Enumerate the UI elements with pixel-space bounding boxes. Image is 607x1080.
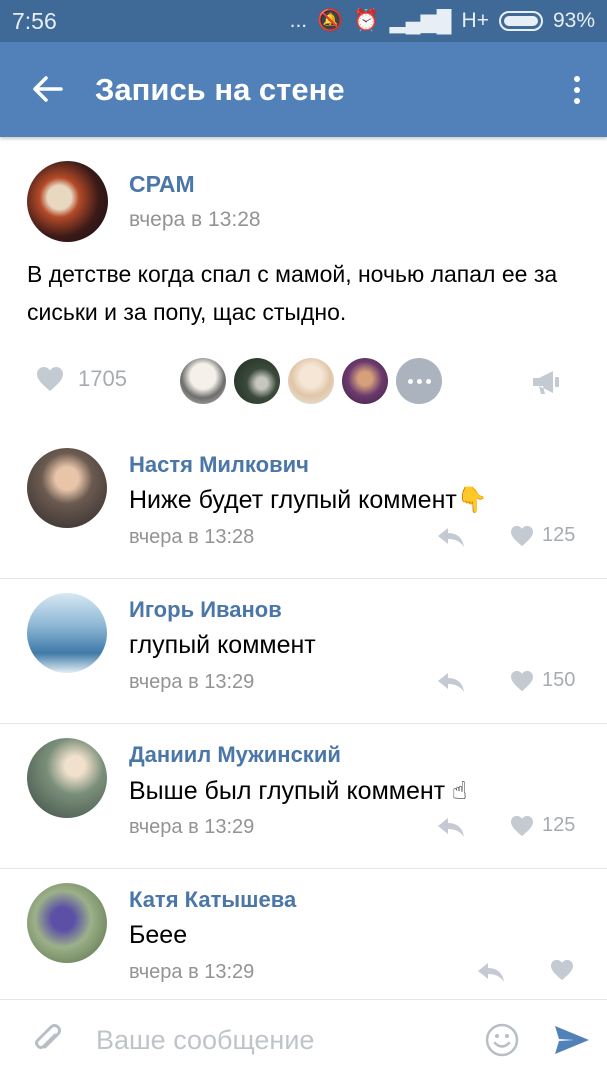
comment-text: Беее	[129, 921, 188, 949]
post-date: вчера в 13:28	[129, 208, 261, 231]
comment-text: Ниже будет глупый коммент👇	[129, 486, 488, 514]
alarm-icon: ⏰	[353, 9, 380, 32]
message-input[interactable]: Ваше сообщение	[96, 1025, 467, 1056]
paperclip-icon[interactable]	[0, 1023, 96, 1057]
liker-avatar[interactable]	[342, 358, 388, 404]
reply-icon[interactable]	[436, 816, 466, 838]
comment-author[interactable]: Даниил Мужинский	[129, 742, 341, 768]
comment-like-button[interactable]: 150	[510, 669, 575, 692]
comment-like-button[interactable]	[550, 959, 582, 981]
liker-avatar[interactable]	[288, 358, 334, 404]
back-arrow-icon[interactable]	[0, 71, 95, 109]
battery-percent: 93%	[552, 9, 595, 32]
more-likers-button[interactable]	[396, 358, 442, 404]
heart-icon	[511, 670, 533, 691]
heart-icon	[37, 367, 63, 391]
reply-icon[interactable]	[436, 526, 466, 548]
comment-date: вчера в 13:29	[129, 816, 255, 838]
avatar[interactable]	[27, 593, 107, 673]
reply-icon[interactable]	[476, 961, 506, 983]
comment[interactable]: Даниил Мужинский Выше был глупый коммент …	[0, 724, 607, 869]
avatar[interactable]	[27, 448, 107, 528]
reply-icon[interactable]	[436, 671, 466, 693]
liker-avatar[interactable]	[234, 358, 280, 404]
liker-avatar[interactable]	[180, 358, 226, 404]
mute-icon: 🔕	[317, 9, 344, 32]
send-icon[interactable]	[537, 1025, 607, 1055]
more-vertical-icon[interactable]	[547, 75, 607, 104]
comment-like-count: 150	[542, 669, 576, 691]
smile-icon[interactable]	[467, 1023, 537, 1057]
signal-icon: ▂▄▆█	[389, 9, 452, 33]
post-meta: СРАМ вчера в 13:28	[129, 171, 261, 232]
comment-like-button[interactable]: 125	[510, 524, 575, 547]
post-author[interactable]: СРАМ	[129, 171, 261, 198]
post-actions: 1705	[0, 354, 607, 406]
comment[interactable]: Настя Милкович Ниже будет глупый коммент👇…	[0, 434, 607, 579]
comment-like-count: 125	[542, 814, 576, 836]
comment-text: глупый коммент	[129, 631, 316, 659]
post-header: СРАМ вчера в 13:28	[27, 161, 261, 242]
comment-author[interactable]: Катя Катышева	[129, 887, 296, 913]
network-type: H+	[461, 9, 489, 32]
avatar[interactable]	[27, 161, 108, 242]
page-title: Запись на стене	[95, 71, 345, 107]
heart-icon	[551, 959, 573, 981]
comment-date: вчера в 13:29	[129, 961, 255, 983]
avatar[interactable]	[27, 883, 107, 963]
comment[interactable]: Катя Катышева Беее вчера в 13:29	[0, 869, 607, 1014]
comment-like-count: 125	[542, 524, 576, 546]
avatar[interactable]	[27, 738, 107, 818]
comment-author[interactable]: Настя Милкович	[129, 452, 309, 478]
comment-text: Выше был глупый коммент ☝	[129, 777, 468, 805]
app-bar: Запись на стене	[0, 42, 607, 137]
comment-date: вчера в 13:28	[129, 526, 255, 548]
megaphone-icon[interactable]	[531, 369, 561, 395]
battery-icon	[498, 11, 543, 31]
notification-dots: ...	[289, 9, 308, 32]
message-bar: Ваше сообщение	[0, 999, 607, 1080]
like-count: 1705	[78, 366, 127, 391]
comment-date: вчера в 13:29	[129, 671, 255, 693]
comment-author[interactable]: Игорь Иванов	[129, 597, 282, 623]
comment-like-button[interactable]: 125	[510, 814, 575, 837]
status-bar: 7:56 ... 🔕 ⏰ ▂▄▆█ H+ 93%	[0, 0, 607, 42]
post-text: В детстве когда спал с мамой, ночью лапа…	[27, 261, 558, 325]
status-icons: ... 🔕 ⏰ ▂▄▆█ H+ 93%	[290, 9, 595, 34]
heart-icon	[511, 525, 533, 546]
comment[interactable]: Игорь Иванов глупый коммент вчера в 13:29 1…	[0, 579, 607, 724]
like-button[interactable]: 1705	[36, 366, 127, 392]
heart-icon	[511, 815, 533, 836]
status-time: 7:56	[12, 7, 57, 34]
